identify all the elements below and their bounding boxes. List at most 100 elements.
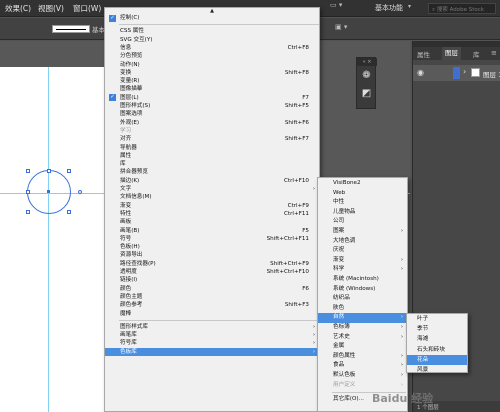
selection-handle[interactable] [47, 169, 51, 173]
panel-menu-icon[interactable]: ≡ [491, 49, 497, 57]
nature-library-item[interactable]: 花朵 [407, 354, 467, 365]
window-menu-item[interactable]: 信息 Ctrl+F8 [105, 44, 319, 52]
window-menu-item[interactable]: 画笔(B) F5 [105, 227, 319, 235]
window-menu-item[interactable]: 描边(K) Ctrl+F10 [105, 177, 319, 185]
window-menu-item[interactable]: 导航器 [105, 144, 319, 152]
window-menu-item[interactable]: 属性 [105, 152, 319, 160]
window-menu-item[interactable]: 拼合器预览 [105, 168, 319, 176]
window-menu-item[interactable]: 图形样式(S) Shift+F5 [105, 102, 319, 110]
rotate-handle[interactable] [78, 190, 82, 194]
swatch-library-item[interactable]: 中性 [318, 198, 407, 208]
window-menu-item[interactable]: ✓ 图层(L) F7 [105, 94, 319, 102]
swatch-library-item[interactable]: 纺织品 [318, 294, 407, 304]
window-menu-item[interactable]: 色板(H) [105, 243, 319, 251]
swatch-library-item[interactable]: 图案 › [318, 227, 407, 237]
window-menu-item[interactable]: 路径查找器(P) Shift+Ctrl+F9 [105, 260, 319, 268]
swatch-library-item[interactable]: 公司 [318, 217, 407, 227]
window-menu-item[interactable]: 对齐 Shift+F7 [105, 135, 319, 143]
window-menu-item[interactable]: 分色预览 [105, 52, 319, 60]
swatch-library-item[interactable]: 色标簿 › [318, 323, 407, 333]
collapse-icon[interactable]: « × [357, 58, 377, 66]
window-menu-item[interactable]: 渐变 Ctrl+F9 [105, 202, 319, 210]
window-menu-item[interactable]: 图像描摹 [105, 85, 319, 93]
selection-handle[interactable] [26, 190, 30, 194]
doc-setup-icon[interactable]: ▣ ▾ [335, 23, 347, 31]
nature-library-item[interactable]: 季节 [407, 324, 467, 334]
chevron-down-icon[interactable]: ▾ [408, 3, 411, 10]
window-menu-item[interactable]: 文字 › [105, 185, 319, 193]
expand-icon[interactable]: › [463, 67, 466, 76]
swatch-library-item[interactable]: 金属 [318, 342, 407, 352]
selection-handle[interactable] [26, 210, 30, 214]
window-menu-item[interactable]: 学习 [105, 127, 319, 135]
arrange-docs-icon[interactable]: ▭ ▾ [330, 1, 342, 9]
swatch-library-item[interactable]: 系统 (Macintosh) [318, 275, 407, 285]
swatch-library-item[interactable]: 大地色调 [318, 237, 407, 247]
panel-tabs: 属性 图层 库 ≡ [413, 47, 500, 60]
menu-item-label: 外观(E) [120, 119, 140, 126]
menu-window[interactable]: 窗口(W) [73, 3, 101, 14]
layer-name[interactable]: 图层 1 [483, 69, 500, 79]
swatch-library-item[interactable]: 科学 › [318, 265, 407, 275]
window-menu-item[interactable]: 颜色 F6 [105, 285, 319, 293]
nature-library-item[interactable]: 风景 [407, 365, 467, 375]
menu-item-label: 系统 (Windows) [333, 285, 376, 292]
window-menu-item[interactable]: 魔棒 [105, 310, 319, 318]
workspace-switcher[interactable]: 基本功能 [375, 3, 403, 13]
window-menu-item[interactable]: 画板 [105, 218, 319, 226]
window-menu-item[interactable]: 特性 Ctrl+F11 [105, 210, 319, 218]
selection-handle[interactable] [67, 169, 71, 173]
window-menu-item[interactable]: 资源导出 [105, 251, 319, 259]
swatches-icon[interactable]: ◩ [361, 88, 372, 99]
nature-library-item[interactable]: 海滩 [407, 334, 467, 344]
tab-properties[interactable]: 属性 [417, 49, 430, 59]
swatch-library-item[interactable]: VisiBone2 [318, 179, 407, 189]
window-menu-item[interactable]: 符号库 › [105, 339, 319, 347]
tab-libraries[interactable]: 库 [473, 49, 480, 59]
swatch-library-item[interactable]: 食品 › [318, 361, 407, 371]
selection-handle[interactable] [67, 210, 71, 214]
swatch-library-item[interactable]: 颜色属性 › [318, 352, 407, 362]
swatch-library-item[interactable]: 默认色板 › [318, 371, 407, 381]
swatch-library-item[interactable]: 渐变 › [318, 256, 407, 266]
swatch-library-item[interactable]: Web [318, 189, 407, 199]
menu-effect[interactable]: 效果(C) [5, 3, 31, 14]
window-menu-item[interactable]: 变换 Shift+F8 [105, 69, 319, 77]
tab-layers[interactable]: 图层 [442, 47, 461, 60]
swatch-library-item[interactable]: 肤色 [318, 304, 407, 314]
swatch-library-item[interactable]: 艺术史 › [318, 333, 407, 343]
window-menu-item[interactable]: 图案选项 [105, 110, 319, 118]
nature-library-item[interactable]: 叶子 [407, 314, 467, 324]
window-menu-item[interactable]: 颜色主题 [105, 293, 319, 301]
swatch-library-item[interactable]: 用户定义 › [318, 381, 407, 391]
window-menu-item[interactable]: 文档信息(M) [105, 193, 319, 201]
submenu-arrow-icon: › [313, 340, 315, 347]
window-menu-item[interactable]: 链接(I) [105, 276, 319, 284]
swatch-library-item[interactable]: 自然 › [318, 313, 407, 323]
window-menu-item[interactable]: CSS 属性 [105, 27, 319, 35]
guide-vertical[interactable] [48, 67, 49, 412]
window-menu-item[interactable]: 外观(E) Shift+F6 [105, 119, 319, 127]
window-menu-item[interactable]: 色板库 › [105, 347, 319, 356]
menu-view[interactable]: 视图(V) [38, 3, 64, 14]
window-menu-item[interactable]: ✓ 控制(C) [105, 14, 319, 22]
window-menu-item[interactable]: 库 [105, 160, 319, 168]
layer-row[interactable]: ◉ › 图层 1 [413, 65, 500, 81]
window-menu-item[interactable]: 图形样式库 › [105, 323, 319, 331]
window-menu-item[interactable]: 变量(R) [105, 77, 319, 85]
eye-icon[interactable]: ◉ [417, 68, 424, 77]
window-menu-item[interactable]: 符号 Shift+Ctrl+F11 [105, 235, 319, 243]
window-menu-item[interactable]: 透明度 Shift+Ctrl+F10 [105, 268, 319, 276]
swatch-library-item[interactable]: 系统 (Windows) [318, 285, 407, 295]
selection-handle[interactable] [26, 169, 30, 173]
stock-search-input[interactable]: ⌕ 搜索 Adobe Stock [428, 3, 496, 14]
swatch-libraries-icon[interactable]: ❁ [361, 70, 372, 81]
swatch-library-item[interactable]: 儿童物品 [318, 208, 407, 218]
window-menu-item[interactable]: 动作(N) [105, 61, 319, 69]
window-menu-item[interactable]: SVG 交互(Y) [105, 36, 319, 44]
window-menu-item[interactable]: 颜色参考 Shift+F3 [105, 301, 319, 309]
window-menu-item[interactable]: 画笔库 › [105, 331, 319, 339]
swatch-library-item[interactable]: 庆祝 [318, 246, 407, 256]
stroke-swatch[interactable] [52, 25, 90, 33]
nature-library-item[interactable]: 石头和砖块 [407, 345, 467, 355]
